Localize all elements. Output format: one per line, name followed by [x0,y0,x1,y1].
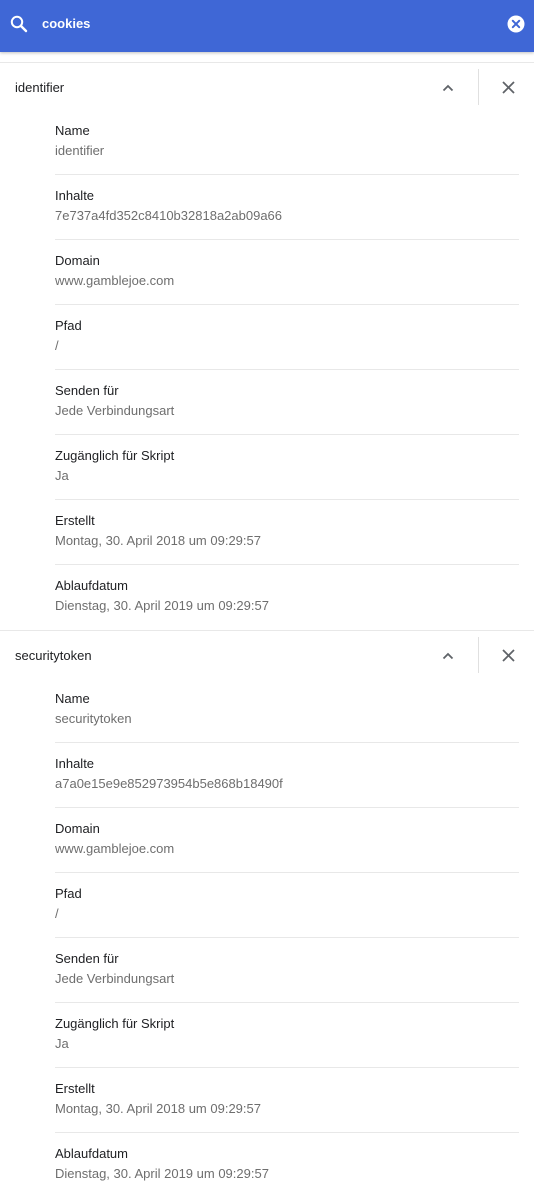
cookie-field: Ablaufdatum Dienstag, 30. April 2019 um … [55,1133,519,1198]
field-label: Erstellt [55,1081,95,1096]
cookie-field: Ablaufdatum Dienstag, 30. April 2019 um … [55,565,519,630]
field-value: www.gamblejoe.com [55,273,175,288]
cookie-field: Name securitytoken [55,678,519,743]
remove-cookie-icon[interactable] [501,80,516,95]
field-value: Jede Verbindungsart [55,971,175,986]
field-value: / [55,338,59,353]
cookie-field: Inhalte a7a0e15e9e852973954b5e868b18490f [55,743,519,808]
field-label: Senden für [55,383,119,398]
cookie-field: Zugänglich für Skript Ja [55,435,519,500]
cookie-field: Erstellt Montag, 30. April 2018 um 09:29… [55,1068,519,1133]
field-value: securitytoken [55,711,132,726]
field-value: Montag, 30. April 2018 um 09:29:57 [55,1101,261,1116]
field-label: Erstellt [55,513,95,528]
cookie-field: Pfad / [55,305,519,370]
clear-search-icon[interactable] [507,15,525,33]
field-value: Ja [55,468,69,483]
cookie-title: identifier [15,80,65,95]
cookie-field: Senden für Jede Verbindungsart [55,938,519,1003]
field-label: Domain [55,253,100,268]
field-label: Pfad [55,886,82,901]
field-value: Ja [55,1036,69,1051]
field-value: Dienstag, 30. April 2019 um 09:29:57 [55,598,269,613]
field-label: Ablaufdatum [55,578,128,593]
field-value: Jede Verbindungsart [55,403,175,418]
field-label: Ablaufdatum [55,1146,128,1161]
collapse-icon[interactable] [440,80,456,96]
header-divider [478,69,479,105]
field-label: Inhalte [55,756,95,771]
search-bar: cookies [0,0,534,52]
remove-cookie-icon[interactable] [501,648,516,663]
header-divider [478,637,479,673]
search-icon[interactable] [9,14,29,34]
field-label: Name [55,691,90,706]
field-value: / [55,906,59,921]
cookie-field: Inhalte 7e737a4fd352c8410b32818a2ab09a66 [55,175,519,240]
field-label: Senden für [55,951,119,966]
field-label: Domain [55,821,100,836]
search-input[interactable]: cookies [42,16,90,32]
field-value: Dienstag, 30. April 2019 um 09:29:57 [55,1166,269,1181]
field-label: Name [55,123,90,138]
field-value: identifier [55,143,105,158]
field-value: a7a0e15e9e852973954b5e868b18490f [55,776,283,791]
cookie-field: Pfad / [55,873,519,938]
field-value: Montag, 30. April 2018 um 09:29:57 [55,533,261,548]
cookie-header: securitytoken [0,630,534,678]
field-label: Inhalte [55,188,95,203]
field-value: www.gamblejoe.com [55,841,175,856]
cookie-field: Senden für Jede Verbindungsart [55,370,519,435]
cookie-field: Zugänglich für Skript Ja [55,1003,519,1068]
field-label: Pfad [55,318,82,333]
cookie-field: Name identifier [55,110,519,175]
collapse-icon[interactable] [440,648,456,664]
cookie-title: securitytoken [15,648,92,663]
cookie-header: identifier [0,62,534,110]
field-label: Zugänglich für Skript [55,1016,175,1031]
cookie-field: Domain www.gamblejoe.com [55,240,519,305]
field-value: 7e737a4fd352c8410b32818a2ab09a66 [55,208,283,223]
field-label: Zugänglich für Skript [55,448,175,463]
cookie-field: Domain www.gamblejoe.com [55,808,519,873]
cookie-field: Erstellt Montag, 30. April 2018 um 09:29… [55,500,519,565]
